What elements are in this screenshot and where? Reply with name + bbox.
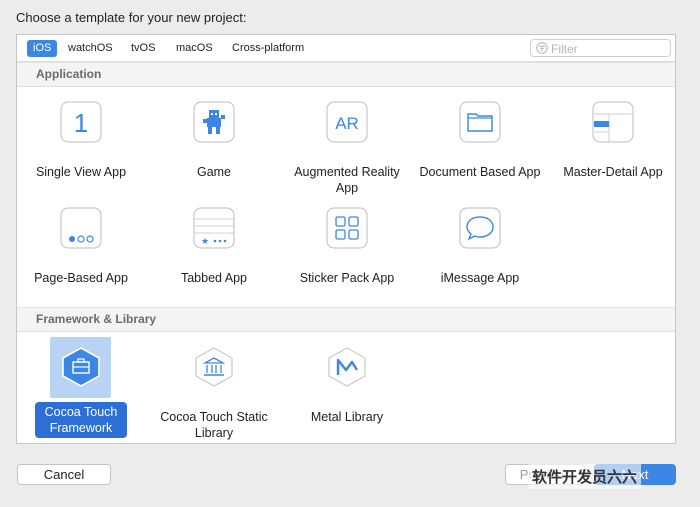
cancel-button[interactable]: Cancel [17, 464, 111, 485]
template-augmented-reality-app[interactable]: AR Augmented Reality App [285, 101, 409, 196]
filter-icon [536, 42, 548, 54]
augmented-reality-icon: AR [326, 101, 368, 143]
template-panel: iOS watchOS tvOS macOS Cross-platform Fi… [16, 34, 676, 444]
svg-text:AR: AR [335, 114, 359, 133]
selected-template-label[interactable]: Cocoa Touch Framework [35, 402, 127, 438]
page-based-icon [60, 207, 102, 249]
template-document-based-app[interactable]: Document Based App [418, 101, 542, 180]
svg-text:1: 1 [74, 108, 88, 138]
template-label: Tabbed App [180, 271, 248, 285]
sticker-pack-icon [326, 207, 368, 249]
cocoa-touch-static-library-icon [195, 347, 233, 387]
section-header-framework-library: Framework & Library [17, 307, 675, 332]
section-title: Application [36, 67, 102, 81]
imessage-icon [459, 207, 501, 249]
template-single-view-app[interactable]: 1 Single View App [19, 101, 143, 180]
template-cocoa-touch-framework[interactable] [19, 346, 143, 393]
tab-watchos[interactable]: watchOS [62, 40, 119, 57]
template-label: Single View App [35, 165, 127, 179]
template-metal-library[interactable]: Metal Library [285, 346, 409, 425]
section-header-application: Application [17, 62, 675, 87]
cocoa-touch-framework-icon [62, 347, 100, 387]
filter-field[interactable]: Filter [530, 39, 671, 57]
single-view-app-icon: 1 [60, 101, 102, 143]
document-based-icon [459, 101, 501, 143]
template-label: Document Based App [419, 165, 541, 179]
template-label: Game [196, 165, 232, 179]
tab-tvos[interactable]: tvOS [125, 40, 161, 57]
template-label: Augmented Reality App [294, 165, 400, 195]
template-imessage-app[interactable]: iMessage App [418, 207, 542, 286]
game-icon [193, 101, 235, 143]
template-master-detail-app[interactable]: Master-Detail App [551, 101, 675, 180]
template-label: Sticker Pack App [299, 271, 395, 285]
section-title: Framework & Library [36, 312, 157, 326]
watermark-text: 软件开发员六六 [528, 464, 642, 489]
template-label: Master-Detail App [563, 165, 663, 179]
platform-tab-bar: iOS watchOS tvOS macOS Cross-platform Fi… [17, 35, 675, 62]
filter-placeholder: Filter [551, 42, 578, 56]
template-label: Cocoa Touch Static Library [160, 410, 268, 440]
template-sticker-pack-app[interactable]: Sticker Pack App [285, 207, 409, 286]
master-detail-icon [592, 101, 634, 143]
template-label: Metal Library [310, 410, 384, 424]
template-cocoa-touch-static-library[interactable]: Cocoa Touch Static Library [152, 346, 276, 441]
tabbed-app-icon: ★ [193, 207, 235, 249]
tab-cross-platform[interactable]: Cross-platform [226, 40, 310, 57]
metal-library-icon [328, 347, 366, 387]
template-game[interactable]: Game [152, 101, 276, 180]
template-tabbed-app[interactable]: ★ Tabbed App [152, 207, 276, 286]
dialog-prompt: Choose a template for your new project: [16, 10, 247, 25]
svg-text:★: ★ [201, 236, 209, 246]
template-label: Page-Based App [34, 271, 128, 285]
template-page-based-app[interactable]: Page-Based App [19, 207, 143, 286]
template-label: iMessage App [440, 271, 520, 285]
tab-macos[interactable]: macOS [170, 40, 219, 57]
tab-ios[interactable]: iOS [27, 40, 58, 57]
